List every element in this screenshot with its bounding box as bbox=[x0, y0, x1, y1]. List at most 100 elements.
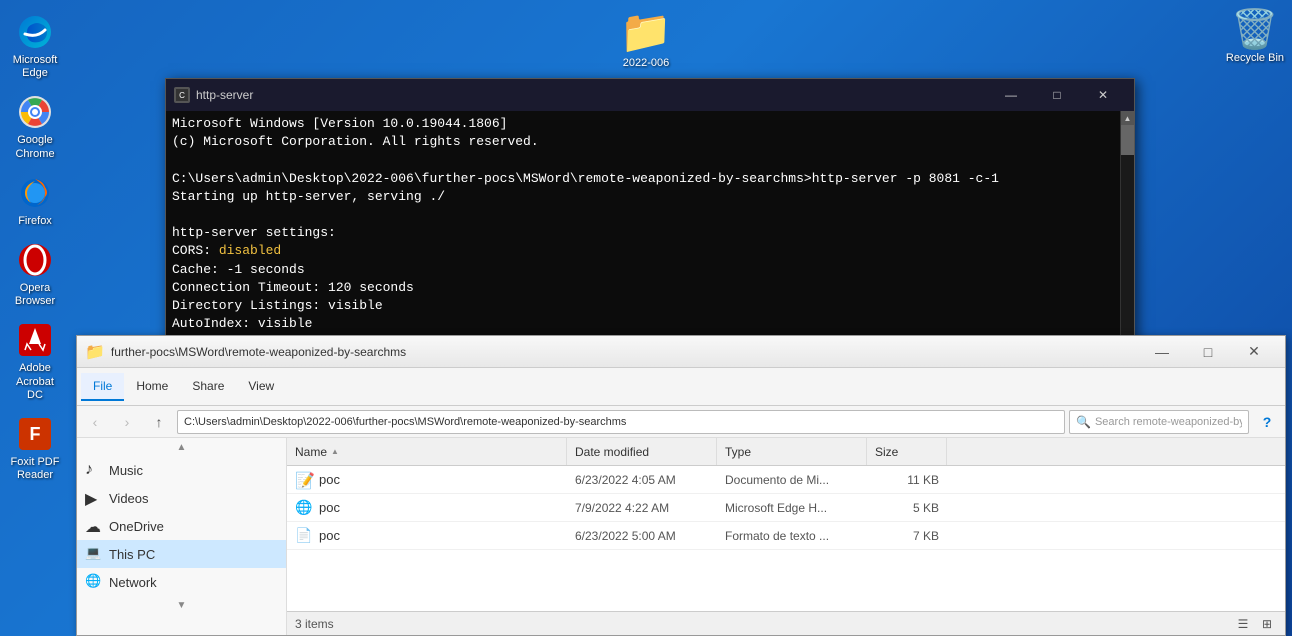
folder-2022-icon: 📁 bbox=[620, 8, 672, 57]
ribbon-tab-home[interactable]: Home bbox=[124, 373, 180, 401]
sidebar-item-network[interactable]: 🌐 Network bbox=[77, 568, 286, 596]
recycle-bin-icon: 🗑️ bbox=[1231, 8, 1278, 52]
col-header-name[interactable]: Name ▲ bbox=[287, 438, 567, 465]
file-size-3: 7 KB bbox=[867, 529, 947, 543]
cmd-line-6 bbox=[172, 206, 1114, 224]
cmd-minimize-button[interactable]: — bbox=[988, 79, 1034, 111]
adobe-icon bbox=[15, 320, 55, 360]
file-name-3: 📄 poc bbox=[287, 527, 567, 545]
folder-2022-label: 2022-006 bbox=[623, 57, 670, 69]
sidebar-item-music-label: Music bbox=[109, 463, 143, 478]
file-size-1: 11 KB bbox=[867, 473, 947, 487]
file-type-3: Formato de texto ... bbox=[717, 529, 867, 543]
view-large-icons-button[interactable]: ⊞ bbox=[1257, 614, 1277, 634]
explorer-main: Name ▲ Date modified Type Size bbox=[287, 438, 1285, 635]
sidebar-item-this-pc-label: This PC bbox=[109, 547, 155, 562]
sidebar-item-this-pc[interactable]: 💻 This PC bbox=[77, 540, 286, 568]
svg-text:F: F bbox=[30, 424, 41, 444]
table-row[interactable]: 📝 poc 6/23/2022 4:05 AM Documento de Mi.… bbox=[287, 466, 1285, 494]
ribbon-tab-view[interactable]: View bbox=[236, 373, 286, 401]
desktop-icon-foxit[interactable]: F Foxit PDF Reader bbox=[3, 410, 67, 486]
desktop-icon-folder-2022[interactable]: 📁 2022-006 bbox=[620, 8, 672, 69]
up-button[interactable]: ↑ bbox=[145, 408, 173, 436]
cmd-line-9: Cache: -1 seconds bbox=[172, 261, 1114, 279]
cmd-scroll-up[interactable]: ▲ bbox=[1121, 111, 1135, 125]
col-header-type[interactable]: Type bbox=[717, 438, 867, 465]
explorer-ribbon: File Home Share View bbox=[77, 368, 1285, 406]
file-name-label-3: poc bbox=[319, 528, 340, 543]
cmd-close-button[interactable]: ✕ bbox=[1080, 79, 1126, 111]
file-date-2: 7/9/2022 4:22 AM bbox=[567, 501, 717, 515]
explorer-titlebar-buttons: — □ ✕ bbox=[1139, 336, 1277, 368]
forward-button[interactable]: › bbox=[113, 408, 141, 436]
cmd-line-11: Directory Listings: visible bbox=[172, 297, 1114, 315]
explorer-column-header: Name ▲ Date modified Type Size bbox=[287, 438, 1285, 466]
cmd-line-2: (c) Microsoft Corporation. All rights re… bbox=[172, 133, 1114, 151]
desktop-icon-adobe[interactable]: Adobe Acrobat DC bbox=[3, 316, 67, 406]
sidebar-scroll-up[interactable]: ▲ bbox=[77, 438, 286, 456]
explorer-window: 📁 further-pocs\MSWord\remote-weaponized-… bbox=[76, 335, 1286, 636]
recycle-bin-label: Recycle Bin bbox=[1226, 52, 1284, 64]
cmd-maximize-button[interactable]: □ bbox=[1034, 79, 1080, 111]
explorer-close-button[interactable]: ✕ bbox=[1231, 336, 1277, 368]
this-pc-icon: 💻 bbox=[85, 545, 103, 563]
help-button[interactable]: ? bbox=[1253, 408, 1281, 436]
status-view-buttons: ☰ ⊞ bbox=[1233, 614, 1277, 634]
explorer-status-bar: 3 items ☰ ⊞ bbox=[287, 611, 1285, 635]
cmd-line-7: http-server settings: bbox=[172, 224, 1114, 242]
cmd-titlebar: C http-server — □ ✕ bbox=[166, 79, 1134, 111]
desktop-icon-google-chrome[interactable]: Google Chrome bbox=[3, 88, 67, 164]
search-bar[interactable]: 🔍 Search remote-weaponized-by-searchms bbox=[1069, 410, 1249, 434]
desktop-icon-chrome-label: Google Chrome bbox=[7, 134, 63, 160]
sidebar-item-music[interactable]: ♪ Music bbox=[77, 456, 286, 484]
sidebar-item-videos[interactable]: ▶ Videos bbox=[77, 484, 286, 512]
ribbon-tab-file[interactable]: File bbox=[81, 373, 124, 401]
sidebar-item-onedrive-label: OneDrive bbox=[109, 519, 164, 534]
edge-icon bbox=[15, 12, 55, 52]
explorer-toolbar: ‹ › ↑ C:\Users\admin\Desktop\2022-006\fu… bbox=[77, 406, 1285, 438]
onedrive-icon: ☁ bbox=[85, 517, 103, 535]
items-count: 3 items bbox=[295, 617, 334, 631]
cmd-line-4: C:\Users\admin\Desktop\2022-006\further-… bbox=[172, 170, 1114, 188]
search-placeholder: Search remote-weaponized-by-searchms bbox=[1095, 416, 1242, 428]
sidebar-scroll-down[interactable]: ▼ bbox=[77, 596, 286, 614]
table-row[interactable]: 🌐 poc 7/9/2022 4:22 AM Microsoft Edge H.… bbox=[287, 494, 1285, 522]
desktop-icon-recycle-bin[interactable]: 🗑️ Recycle Bin bbox=[1226, 8, 1284, 64]
cmd-line-8: CORS: disabled bbox=[172, 242, 1114, 260]
cmd-line-1: Microsoft Windows [Version 10.0.19044.18… bbox=[172, 115, 1114, 133]
file-name-1: 📝 poc bbox=[287, 471, 567, 489]
back-button[interactable]: ‹ bbox=[81, 408, 109, 436]
sidebar-item-onedrive[interactable]: ☁ OneDrive bbox=[77, 512, 286, 540]
explorer-titlebar: 📁 further-pocs\MSWord\remote-weaponized-… bbox=[77, 336, 1285, 368]
view-details-button[interactable]: ☰ bbox=[1233, 614, 1253, 634]
cmd-line-10: Connection Timeout: 120 seconds bbox=[172, 279, 1114, 297]
file-name-2: 🌐 poc bbox=[287, 499, 567, 517]
explorer-maximize-button[interactable]: □ bbox=[1185, 336, 1231, 368]
ribbon-tab-share[interactable]: Share bbox=[180, 373, 236, 401]
col-header-size[interactable]: Size bbox=[867, 438, 947, 465]
sort-arrow-name: ▲ bbox=[331, 447, 339, 456]
col-header-date[interactable]: Date modified bbox=[567, 438, 717, 465]
cmd-scroll-thumb[interactable] bbox=[1121, 125, 1134, 155]
search-icon: 🔍 bbox=[1076, 415, 1091, 429]
col-name-label: Name bbox=[295, 445, 327, 459]
table-row[interactable]: 📄 poc 6/23/2022 5:00 AM Formato de texto… bbox=[287, 522, 1285, 550]
firefox-icon bbox=[15, 173, 55, 213]
cmd-titlebar-buttons: — □ ✕ bbox=[988, 79, 1126, 111]
cmd-line-12: AutoIndex: visible bbox=[172, 315, 1114, 333]
address-bar[interactable]: C:\Users\admin\Desktop\2022-006\further-… bbox=[177, 410, 1065, 434]
desktop-icon-opera[interactable]: Opera Browser bbox=[3, 236, 67, 312]
desktop-icon-firefox-label: Firefox bbox=[18, 215, 52, 228]
desktop-icon-microsoft-edge[interactable]: Microsoft Edge bbox=[3, 8, 67, 84]
explorer-minimize-button[interactable]: — bbox=[1139, 336, 1185, 368]
desktop-icon-firefox[interactable]: Firefox bbox=[3, 169, 67, 232]
col-date-label: Date modified bbox=[575, 445, 649, 459]
desktop-icon-foxit-label: Foxit PDF Reader bbox=[7, 456, 63, 482]
file-date-3: 6/23/2022 5:00 AM bbox=[567, 529, 717, 543]
cmd-line-5: Starting up http-server, serving ./ bbox=[172, 188, 1114, 206]
address-bar-text: C:\Users\admin\Desktop\2022-006\further-… bbox=[184, 416, 1058, 428]
file-type-1: Documento de Mi... bbox=[717, 473, 867, 487]
file-size-2: 5 KB bbox=[867, 501, 947, 515]
explorer-folder-icon: 📁 bbox=[85, 342, 105, 362]
explorer-title: further-pocs\MSWord\remote-weaponized-by… bbox=[111, 345, 1139, 359]
